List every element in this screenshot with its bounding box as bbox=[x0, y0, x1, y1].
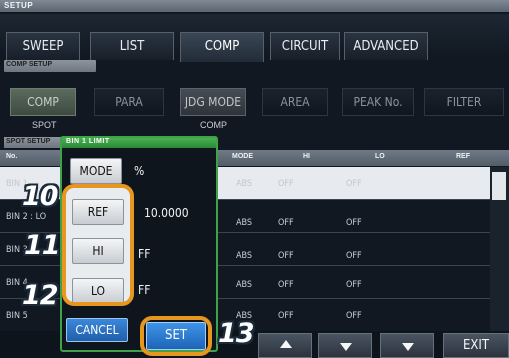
callout-number-10: 10 bbox=[22, 181, 59, 212]
scroll-up-button[interactable] bbox=[258, 333, 312, 358]
hi-value: FF bbox=[138, 247, 151, 261]
comp-setup-header-label: COMP SETUP bbox=[6, 61, 53, 68]
spot-setup-header-label: SPOT SETUP bbox=[6, 138, 51, 145]
comp-button[interactable]: COMP bbox=[10, 88, 76, 116]
row-lo: OFF bbox=[346, 218, 362, 228]
row-lo: OFF bbox=[346, 179, 362, 189]
tab-circuit[interactable]: CIRCUIT bbox=[270, 32, 340, 60]
comp-setup-screen: SETUP SWEEP LIST COMP CIRCUIT ADVANCED C… bbox=[0, 0, 509, 358]
row-lo: OFF bbox=[346, 280, 362, 290]
callout-number-13: 13 bbox=[218, 318, 255, 349]
exit-button[interactable]: EXIT bbox=[443, 333, 509, 358]
table-scrollbar-thumb[interactable] bbox=[492, 172, 506, 200]
row-hi: OFF bbox=[278, 280, 294, 290]
row-mode: ABS bbox=[236, 218, 253, 228]
col-header-mode: MODE bbox=[232, 153, 253, 160]
tab-bar: SWEEP LIST COMP CIRCUIT ADVANCED bbox=[0, 14, 509, 62]
row-lo: OFF bbox=[346, 311, 362, 321]
para-button[interactable]: PARA bbox=[94, 88, 164, 116]
row-hi: OFF bbox=[278, 218, 294, 228]
col-header-hi: HI bbox=[303, 153, 310, 160]
row-hi: OFF bbox=[278, 311, 294, 321]
spot-caption: SPOT bbox=[32, 120, 57, 130]
setup-header-label: SETUP bbox=[4, 1, 34, 10]
dialog-title: BIN 1 LIMIT bbox=[66, 138, 110, 145]
callout-number-11: 11 bbox=[24, 230, 61, 261]
ref-value: 10.0000 bbox=[144, 206, 189, 220]
jdg-mode-button[interactable]: JDG MODE bbox=[180, 88, 246, 116]
row-hi: OFF bbox=[278, 251, 294, 261]
peak-no-button[interactable]: PEAK No. bbox=[342, 88, 414, 116]
col-header-ref: REF bbox=[456, 153, 470, 160]
row-mode: ABS bbox=[236, 280, 253, 290]
tab-list[interactable]: LIST bbox=[90, 32, 174, 60]
filter-button[interactable]: FILTER bbox=[424, 88, 504, 116]
row-label: BIN 2 : LO bbox=[6, 212, 47, 222]
col-header-lo: LO bbox=[375, 153, 385, 160]
comp-caption: COMP bbox=[200, 120, 227, 130]
row-label: BIN 5 bbox=[6, 311, 28, 321]
cancel-button[interactable]: CANCEL bbox=[66, 318, 128, 342]
tab-comp[interactable]: COMP bbox=[180, 32, 264, 62]
tab-advanced[interactable]: ADVANCED bbox=[344, 32, 428, 60]
row-mode: ABS bbox=[236, 179, 253, 189]
area-button[interactable]: AREA bbox=[262, 88, 328, 116]
tab-sweep[interactable]: SWEEP bbox=[6, 32, 80, 60]
callout-frame-set bbox=[140, 316, 212, 356]
col-header-no: No. bbox=[6, 153, 18, 160]
scroll-down-button[interactable] bbox=[318, 333, 372, 358]
setup-header-bar bbox=[0, 0, 509, 12]
lo-value: FF bbox=[138, 283, 151, 297]
callout-frame-ref-hi-lo bbox=[62, 184, 134, 306]
mode-button[interactable]: MODE bbox=[70, 158, 122, 184]
mode-value: % bbox=[134, 164, 145, 178]
row-mode: ABS bbox=[236, 251, 253, 261]
page-down-button[interactable] bbox=[380, 333, 434, 358]
row-lo: OFF bbox=[346, 251, 362, 261]
callout-number-12: 12 bbox=[22, 280, 59, 311]
row-hi: OFF bbox=[278, 179, 294, 189]
